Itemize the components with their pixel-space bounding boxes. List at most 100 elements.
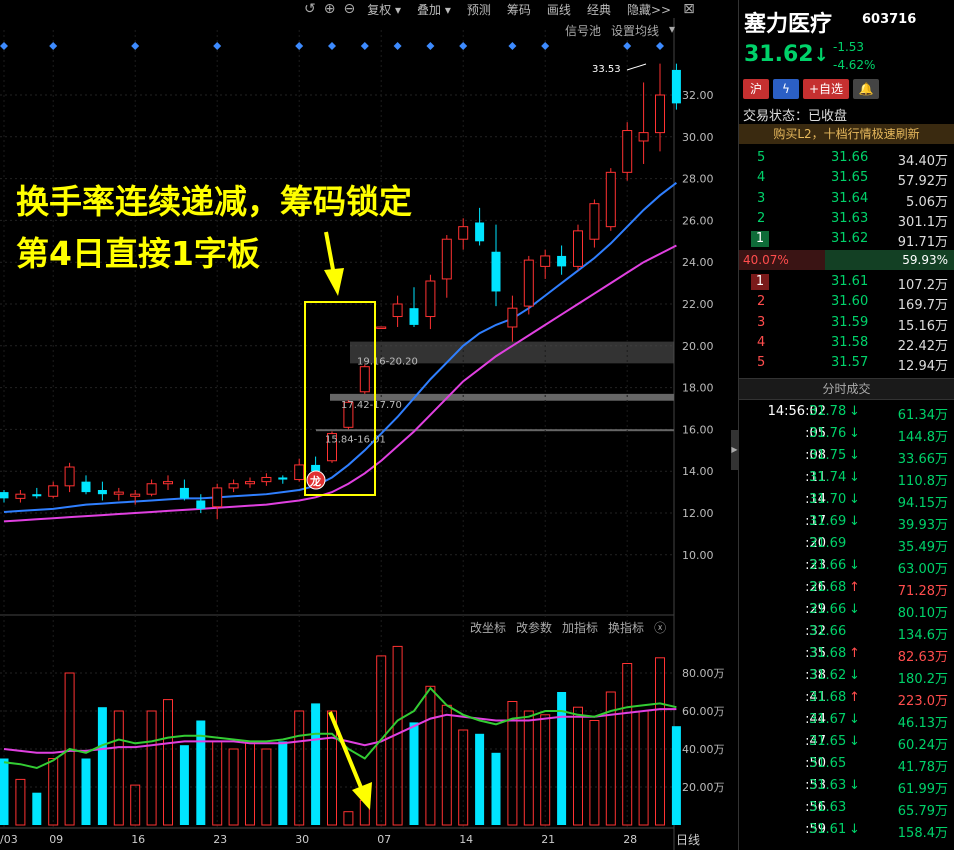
volume-arrow-head <box>352 782 372 810</box>
candle-body-up <box>425 280 436 318</box>
signal-marker <box>426 42 435 50</box>
bid-level: 3 <box>757 314 766 330</box>
close-indicator-icon[interactable]: ⓧ <box>654 619 666 636</box>
candle-body-up <box>163 481 173 485</box>
kline-chart[interactable]: 32.00 30.00 28.00 26.00 24.00 22.00 20.00 18.00… <box>0 0 738 850</box>
l2-banner[interactable]: 购买L2，十档行情极速刷新 <box>739 124 954 144</box>
classic-button[interactable]: 经典 <box>579 1 619 18</box>
candle-body-down <box>81 481 91 493</box>
tick-row: :14 31.70 ↓ 94.15万 <box>739 489 954 511</box>
sub-toolbar: 信号池 设置均线 ▾ <box>565 22 675 39</box>
bid-price: 31.60 <box>831 294 869 310</box>
signal-pool-button[interactable]: 信号池 <box>565 22 601 39</box>
tag-row: 沪 ϟ +自选 🔔 <box>743 79 880 99</box>
tick-row: :41 31.68 ↑ 223.0万 <box>739 687 954 709</box>
tick-volume: 33.66万 <box>897 452 948 467</box>
arrow-down-icon: ↓ <box>849 492 860 507</box>
ask-row: 3 31.64 5.06万 <box>739 189 954 210</box>
price-tick-label: 24.00 <box>682 256 714 269</box>
tick-row: :47 31.65 ↓ 60.24万 <box>739 731 954 753</box>
ask-volume: 5.06万 <box>906 194 948 210</box>
add-watchlist-button[interactable]: +自选 <box>803 79 850 99</box>
forecast-button[interactable]: 预测 <box>459 1 499 18</box>
tick-row: :26 31.68 ↑ 71.28万 <box>739 577 954 599</box>
price-tick-label: 18.00 <box>682 382 714 395</box>
candle-body-up <box>64 466 75 487</box>
ask-level: 1 <box>751 231 769 248</box>
tick-price: 31.69 <box>809 536 847 551</box>
chevron-down-icon[interactable]: ▾ <box>669 22 675 39</box>
candle-body-up <box>507 307 518 328</box>
tick-row: :50 31.65 41.78万 <box>739 753 954 775</box>
overlay-menu[interactable]: 叠加 ▾ <box>409 1 459 18</box>
add-indicator-button[interactable]: 加指标 <box>562 619 598 636</box>
candle-body-down <box>179 487 189 499</box>
arrow-down-icon: ↓ <box>849 734 860 749</box>
ma-settings-button[interactable]: 设置均线 <box>611 22 659 39</box>
max-price-pointer <box>626 63 647 71</box>
tick-row: :32 31.66 134.6万 <box>739 621 954 643</box>
candle-body-up <box>441 238 452 280</box>
tick-volume: 134.6万 <box>897 628 948 643</box>
zoom-in-icon[interactable]: ⊕ <box>320 1 340 17</box>
bell-icon[interactable]: 🔔 <box>853 79 880 99</box>
volume-bar-up <box>146 710 157 826</box>
bid-level: 4 <box>757 334 766 350</box>
tick-volume: 61.34万 <box>897 408 948 423</box>
tick-volume: 41.78万 <box>897 760 948 775</box>
draw-line-button[interactable]: 画线 <box>539 1 579 18</box>
price-tick-label: 10.00 <box>682 549 714 562</box>
arrow-down-icon: ↓ <box>849 558 860 573</box>
period-label[interactable]: 日线 <box>676 831 700 848</box>
candle-body-up <box>359 366 370 393</box>
undo-icon[interactable]: ↺ <box>300 1 320 17</box>
change-params-button[interactable]: 改参数 <box>516 619 552 636</box>
switch-indicator-button[interactable]: 换指标 <box>608 619 644 636</box>
close-icon[interactable]: ⊠ <box>679 1 699 17</box>
change-axis-button[interactable]: 改坐标 <box>470 619 506 636</box>
signal-marker <box>360 42 369 50</box>
volume-bar-down <box>81 758 91 825</box>
candle-body-down <box>196 500 206 509</box>
volume-bar-up <box>441 704 452 826</box>
fuquan-menu[interactable]: 复权 ▾ <box>359 1 409 18</box>
signal-marker <box>49 42 58 50</box>
chips-button[interactable]: 筹码 <box>499 1 539 18</box>
date-tick-label: 07 <box>377 833 391 846</box>
candle-body-up <box>622 130 633 173</box>
price-tick-label: 16.00 <box>682 423 714 436</box>
tick-volume: 144.8万 <box>897 430 948 445</box>
arrow-up-icon: ↑ <box>849 646 860 661</box>
signal-marker <box>0 42 8 50</box>
price-tick-label: 14.00 <box>682 465 714 478</box>
candle-body-up <box>48 485 59 497</box>
lightning-icon[interactable]: ϟ <box>773 79 799 99</box>
candle-body-down <box>491 251 501 292</box>
volume-bar-up <box>589 720 600 826</box>
ask-volume: 57.92万 <box>897 174 948 190</box>
shanghai-badge[interactable]: 沪 <box>743 79 769 99</box>
candle-body-down <box>0 492 9 499</box>
volume-bar-up <box>245 740 255 826</box>
tick-price: 31.61 <box>809 822 847 837</box>
collapse-panel-handle[interactable]: ▶ <box>731 430 738 470</box>
candle-body-down <box>557 255 567 267</box>
candle-body-up <box>113 491 124 495</box>
date-tick-label: 16 <box>131 833 145 846</box>
arrow-down-icon: ↓ <box>813 45 829 66</box>
indicator-toolbar: 改坐标 改参数 加指标 换指标 ⓧ <box>470 619 666 636</box>
date-tick-label: 14 <box>459 833 473 846</box>
price-tick-label: 22.00 <box>682 298 714 311</box>
tick-row: :56 31.63 65.79万 <box>739 797 954 819</box>
annotation-line2: 第4日直接1字板 <box>16 234 260 273</box>
tick-volume: 82.63万 <box>897 650 948 665</box>
arrow-down-icon: ↓ <box>849 470 860 485</box>
max-price-label: 33.53 <box>592 64 621 75</box>
bid-row: 5 31.57 12.94万 <box>739 353 954 374</box>
signal-marker <box>656 42 664 50</box>
zoom-out-icon[interactable]: ⊖ <box>339 1 359 17</box>
stock-code: 603716 <box>862 12 917 27</box>
tick-price: 31.68 <box>809 580 847 595</box>
ask-price: 31.65 <box>831 170 869 186</box>
hide-button[interactable]: 隐藏>> <box>619 1 679 18</box>
